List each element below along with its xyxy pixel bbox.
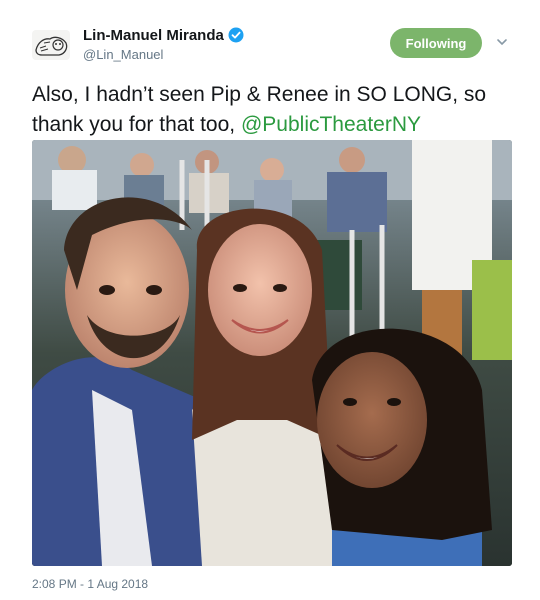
display-name-text[interactable]: Lin-Manuel Miranda <box>83 27 224 44</box>
verified-badge-icon <box>228 27 244 47</box>
following-button[interactable]: Following <box>390 28 482 58</box>
selfie-photo <box>32 140 512 566</box>
user-handle[interactable]: @Lin_Manuel <box>83 47 163 62</box>
tweet-text: Also, I hadn’t seen Pip & Renee in SO LO… <box>32 80 512 140</box>
mention-link[interactable]: @PublicTheaterNY <box>241 113 421 136</box>
tweet-timestamp[interactable]: 2:08 PM - 1 Aug 2018 <box>32 577 148 591</box>
tweet-header: Lin-Manuel Miranda @Lin_Manuel Following <box>32 26 522 66</box>
display-name[interactable]: Lin-Manuel Miranda <box>83 27 244 47</box>
tweet-photo[interactable] <box>32 140 512 566</box>
chevron-down-icon[interactable] <box>494 34 510 50</box>
avatar[interactable] <box>32 30 70 60</box>
